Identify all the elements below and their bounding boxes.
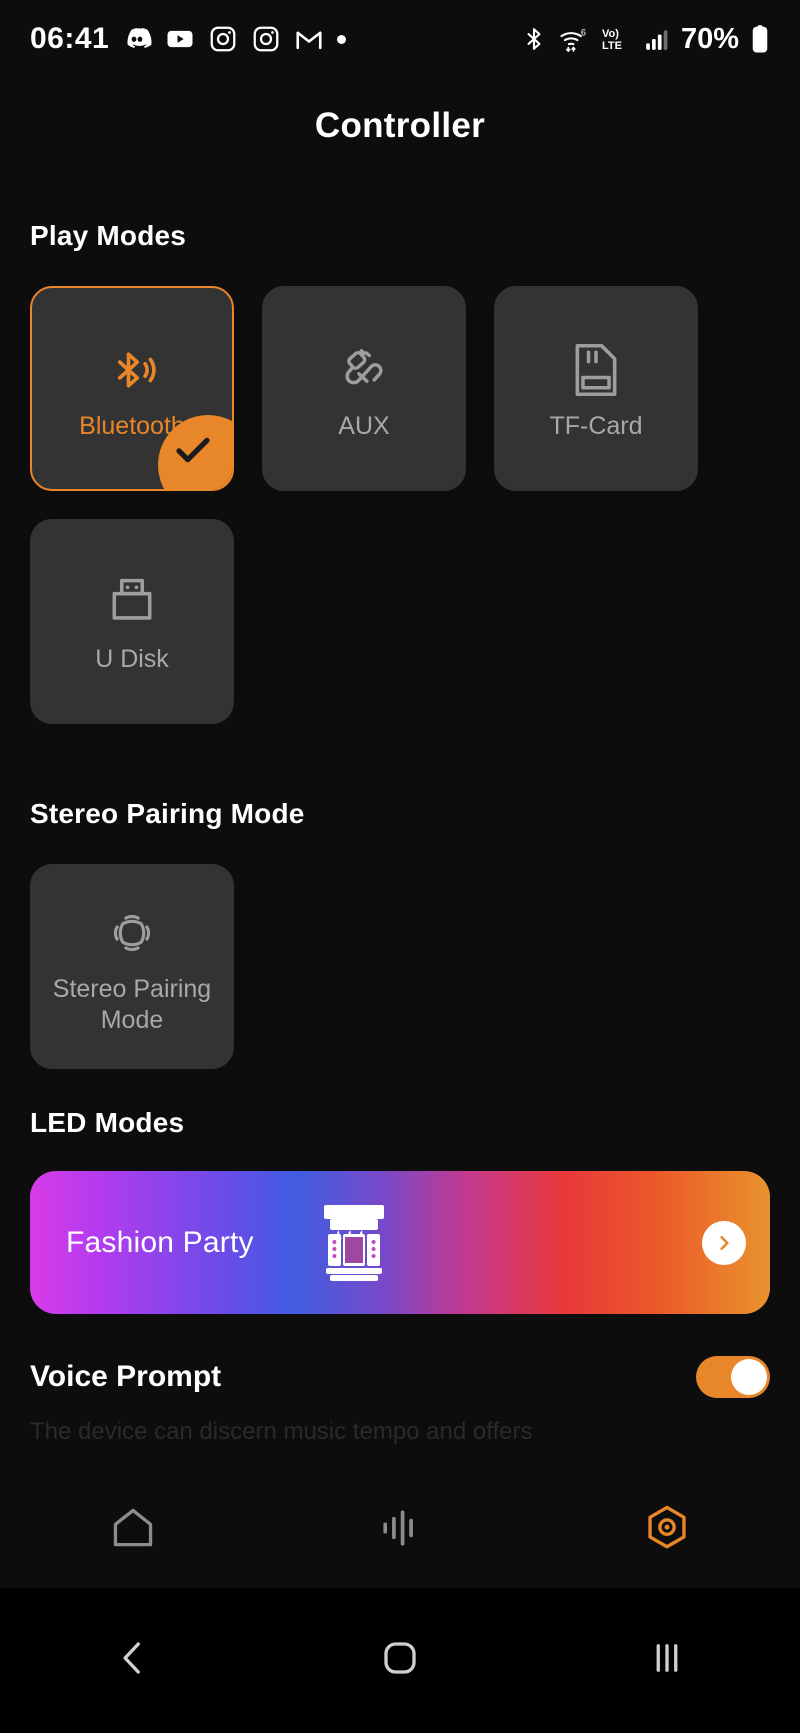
svg-text:LTE: LTE (602, 40, 622, 52)
bottom-tab-bar (0, 1473, 800, 1588)
stereo-pairing-card[interactable]: Stereo Pairing Mode (30, 864, 234, 1069)
play-mode-card-u-disk[interactable]: U Disk (30, 519, 234, 724)
voice-prompt-toggle[interactable] (696, 1356, 770, 1398)
stereo-waves-icon (104, 898, 160, 968)
voice-prompt-description: The device can discern music tempo and o… (30, 1418, 533, 1445)
battery-icon (750, 24, 770, 54)
home-icon (109, 1504, 157, 1557)
play-mode-card-bluetooth[interactable]: Bluetooth (30, 286, 234, 491)
section-title-stereo-pairing: Stereo Pairing Mode (30, 798, 305, 829)
voice-prompt-label: Voice Prompt (30, 1360, 222, 1393)
android-recents-button[interactable] (533, 1637, 800, 1684)
bluetooth-icon (521, 25, 547, 53)
main-content: Play Modes Bluetooth AUX TF-Card U Disk … (0, 220, 800, 1446)
play-mode-card-aux[interactable]: AUX (262, 286, 466, 491)
volte-icon: Vo) LTE (601, 25, 633, 53)
wifi-6-icon: 6 (558, 25, 590, 53)
play-modes-grid: Bluetooth AUX TF-Card U Disk (30, 286, 770, 724)
tab-equalizer[interactable] (267, 1504, 534, 1557)
android-home-button[interactable] (267, 1637, 534, 1684)
status-bar-right: 6 Vo) LTE 70% (521, 23, 770, 56)
gmail-icon (294, 24, 324, 54)
bluetooth-icon (104, 335, 160, 405)
instagram-icon (208, 24, 238, 54)
tab-controller[interactable] (533, 1503, 800, 1558)
status-bar-left: 06:41 (30, 22, 347, 56)
stereo-pairing-grid: Stereo Pairing Mode (30, 864, 770, 1069)
back-chevron-icon (112, 1637, 154, 1684)
play-mode-label: U Disk (95, 645, 169, 674)
section-title-led-modes: LED Modes (30, 1107, 185, 1138)
hexagon-target-icon (642, 1503, 692, 1558)
led-mode-banner[interactable]: Fashion Party (30, 1171, 770, 1314)
page-title: Controller (314, 106, 486, 145)
notification-dot-icon (337, 34, 347, 44)
instagram-icon (251, 24, 281, 54)
status-bar-clock: 06:41 (30, 22, 110, 55)
voice-prompt-row: Voice Prompt (30, 1356, 770, 1398)
recents-bars-icon (646, 1637, 688, 1684)
svg-text:6: 6 (581, 28, 586, 38)
home-square-icon (379, 1637, 421, 1684)
play-mode-label: AUX (338, 412, 390, 441)
android-navigation-bar (0, 1588, 800, 1733)
aux-plug-icon (335, 335, 393, 405)
play-mode-label: TF-Card (549, 412, 643, 441)
stage-lights-icon (316, 1203, 392, 1283)
chevron-right-icon[interactable] (702, 1220, 746, 1265)
android-back-button[interactable] (0, 1637, 267, 1684)
waveform-icon (376, 1504, 424, 1557)
usb-drive-icon (105, 568, 159, 638)
play-mode-card-tf-card[interactable]: TF-Card (494, 286, 698, 491)
battery-percent-label: 70% (680, 22, 739, 55)
sd-card-icon (570, 335, 622, 405)
toggle-knob (731, 1359, 767, 1395)
cellular-signal-icon (644, 26, 670, 52)
status-bar: 06:41 6 Vo) LTE 70% (0, 0, 800, 78)
section-title-play-modes: Play Modes (30, 220, 187, 251)
youtube-icon (165, 24, 195, 54)
stereo-pairing-label: Stereo Pairing Mode (52, 975, 212, 1034)
discord-icon (122, 24, 152, 54)
led-mode-name: Fashion Party (66, 1225, 254, 1259)
svg-text:Vo): Vo) (602, 28, 619, 40)
tab-home[interactable] (0, 1504, 267, 1557)
